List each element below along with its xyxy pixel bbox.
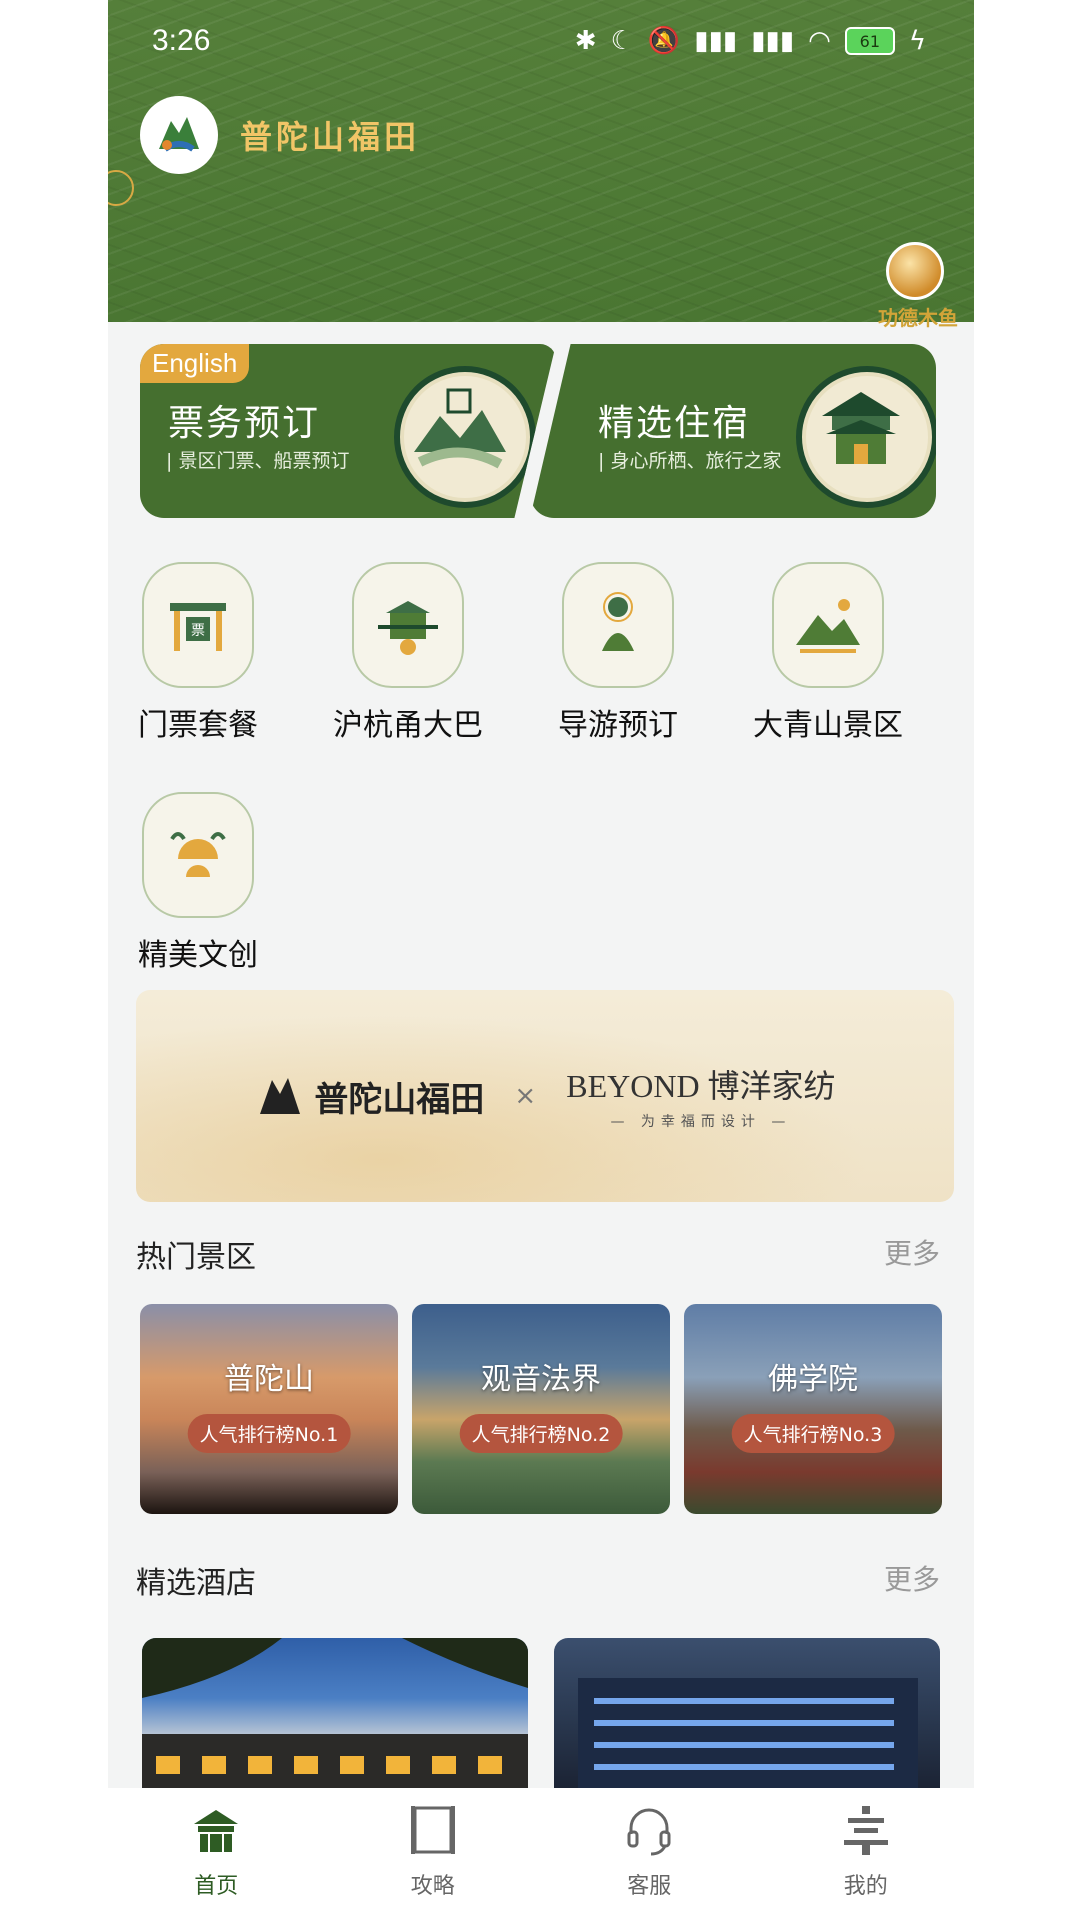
scenic-card[interactable]: 观音法界 人气排行榜No.2 xyxy=(412,1304,670,1514)
banner-partner-name: BEYOND 博洋家纺 xyxy=(566,1068,836,1104)
battery-icon: 61 xyxy=(844,27,895,55)
bluetooth-icon: ✱ xyxy=(574,26,597,56)
tab-home-label: 首页 xyxy=(194,1874,239,1899)
scenic-rank-badge: 人气排行榜No.2 xyxy=(459,1414,623,1453)
tab-guide[interactable]: 攻略 xyxy=(325,1788,542,1920)
tab-mine-label: 我的 xyxy=(843,1874,888,1899)
moon-icon: ☾ xyxy=(610,26,634,56)
banner-logo-icon xyxy=(260,1078,301,1114)
guanyin-icon[interactable] xyxy=(562,562,674,688)
tab-service-label: 客服 xyxy=(627,1874,672,1899)
lodging-card[interactable]: 精选住宿 | 身心所栖、旅行之家 xyxy=(530,344,936,518)
creative-item[interactable]: 精美文创 xyxy=(108,792,288,974)
hot-scenic-title-text: 热门景区 xyxy=(136,1240,256,1275)
brand: 普陀山福田 xyxy=(140,96,420,174)
scenic-name: 普陀山 xyxy=(224,1362,314,1397)
hot-scenic-more-link[interactable]: 更多 xyxy=(884,1232,940,1272)
scenic-card[interactable]: 佛学院 人气排行榜No.3 xyxy=(684,1304,942,1514)
app-root: 3:26 ✱ ☾ 🔕 ▮▮▮ ▮▮▮ ◠ 61 ϟ 普陀山福田 功德木鱼 Eng… xyxy=(108,0,974,1920)
hot-scenic-title: 热门景区 xyxy=(136,1232,266,1280)
creative-label: 精美文创 xyxy=(138,938,258,973)
mountain-icon[interactable] xyxy=(772,562,884,688)
partner-banner[interactable]: 普陀山福田 × BEYOND 博洋家纺 — 为幸福而设计 — xyxy=(136,990,954,1202)
lodging-subtitle: | 身心所栖、旅行之家 xyxy=(598,450,782,472)
tab-guide-label: 攻略 xyxy=(410,1874,455,1899)
status-bar: 3:26 ✱ ☾ 🔕 ▮▮▮ ▮▮▮ ◠ 61 ϟ xyxy=(108,0,974,84)
mountain-medal-icon xyxy=(394,366,536,508)
hotel-card[interactable] xyxy=(142,1638,528,1788)
sedan-chair-icon[interactable] xyxy=(352,562,464,688)
ticket-package-label: 门票套餐 xyxy=(138,708,258,743)
scroll-icon xyxy=(410,1806,455,1854)
lodging-title: 精选住宿 xyxy=(598,403,751,444)
ticket-booking-title: 票务预订 xyxy=(168,403,321,444)
profile-icon xyxy=(843,1806,888,1855)
bottom-tab-bar: 首页 攻略 客服 我的 xyxy=(108,1788,974,1920)
temple-icon xyxy=(194,1810,239,1852)
bus-item[interactable]: 沪杭甬大巴 xyxy=(318,562,498,744)
muyu-label[interactable]: 功德木鱼 xyxy=(878,302,958,331)
wifi-icon: ◠ xyxy=(808,26,831,56)
hotel-photo xyxy=(142,1638,528,1788)
screen: 3:26 ✱ ☾ 🔕 ▮▮▮ ▮▮▮ ◠ 61 ϟ 普陀山福田 功德木鱼 Eng… xyxy=(0,0,1080,1920)
banner-brand-name: 普陀山福田 xyxy=(314,1079,485,1120)
headset-icon xyxy=(627,1808,671,1856)
tab-mine[interactable]: 我的 xyxy=(758,1788,975,1920)
ticket-booking-card[interactable]: English 票务预订 | 景区门票、船票预订 xyxy=(140,344,556,518)
banner-partner: BEYOND 博洋家纺 — 为幸福而设计 — xyxy=(566,1061,835,1131)
hotel-card[interactable] xyxy=(554,1638,940,1788)
status-time: 3:26 xyxy=(152,24,211,57)
fan-icon[interactable] xyxy=(142,792,254,918)
header: 3:26 ✱ ☾ 🔕 ▮▮▮ ▮▮▮ ◠ 61 ϟ 普陀山福田 功德木鱼 xyxy=(108,0,974,330)
banner-brand: 普陀山福田 xyxy=(254,1070,484,1122)
seal-icon xyxy=(108,170,134,206)
signal-icon-2: ▮▮▮ xyxy=(751,26,795,56)
muyu-icon[interactable] xyxy=(886,242,944,300)
charging-icon: ϟ xyxy=(908,26,926,56)
daqingshan-item[interactable]: 大青山景区 xyxy=(738,562,918,744)
guide-label: 导游预订 xyxy=(558,708,678,743)
tab-service[interactable]: 客服 xyxy=(541,1788,758,1920)
hotel-photo xyxy=(578,1678,918,1788)
scenic-rank-badge: 人气排行榜No.1 xyxy=(187,1414,351,1453)
brand-logo xyxy=(140,96,218,174)
banner-times: × xyxy=(514,1081,537,1111)
ticket-booking-subtitle: | 景区门票、船票预订 xyxy=(166,450,350,472)
ticket-package-item[interactable]: 票 门票套餐 xyxy=(108,562,288,744)
pavilion-medal-icon xyxy=(796,366,936,508)
scenic-name: 佛学院 xyxy=(768,1362,858,1397)
scenic-name: 观音法界 xyxy=(481,1362,601,1397)
bus-label: 沪杭甬大巴 xyxy=(333,708,483,743)
english-tag[interactable]: English xyxy=(140,344,250,383)
scenic-card[interactable]: 普陀山 人气排行榜No.1 xyxy=(140,1304,398,1514)
guide-item[interactable]: 导游预订 xyxy=(528,562,708,744)
hotels-more-link[interactable]: 更多 xyxy=(884,1558,940,1598)
hotels-title: 精选酒店 xyxy=(136,1558,266,1606)
daqingshan-label: 大青山景区 xyxy=(753,708,903,743)
signal-icon: ▮▮▮ xyxy=(694,26,738,56)
banner-partner-slogan: — 为幸福而设计 — xyxy=(610,1114,792,1130)
scenic-rank-badge: 人气排行榜No.3 xyxy=(731,1414,895,1453)
brand-name: 普陀山福田 xyxy=(240,118,421,156)
svg-text:票: 票 xyxy=(191,623,205,639)
status-icons: ✱ ☾ 🔕 ▮▮▮ ▮▮▮ ◠ 61 ϟ xyxy=(575,26,926,56)
hotels-title-text: 精选酒店 xyxy=(136,1566,256,1601)
ticket-gate-icon[interactable]: 票 xyxy=(142,562,254,688)
tab-home[interactable]: 首页 xyxy=(108,1788,325,1920)
mute-icon: 🔕 xyxy=(647,26,681,56)
